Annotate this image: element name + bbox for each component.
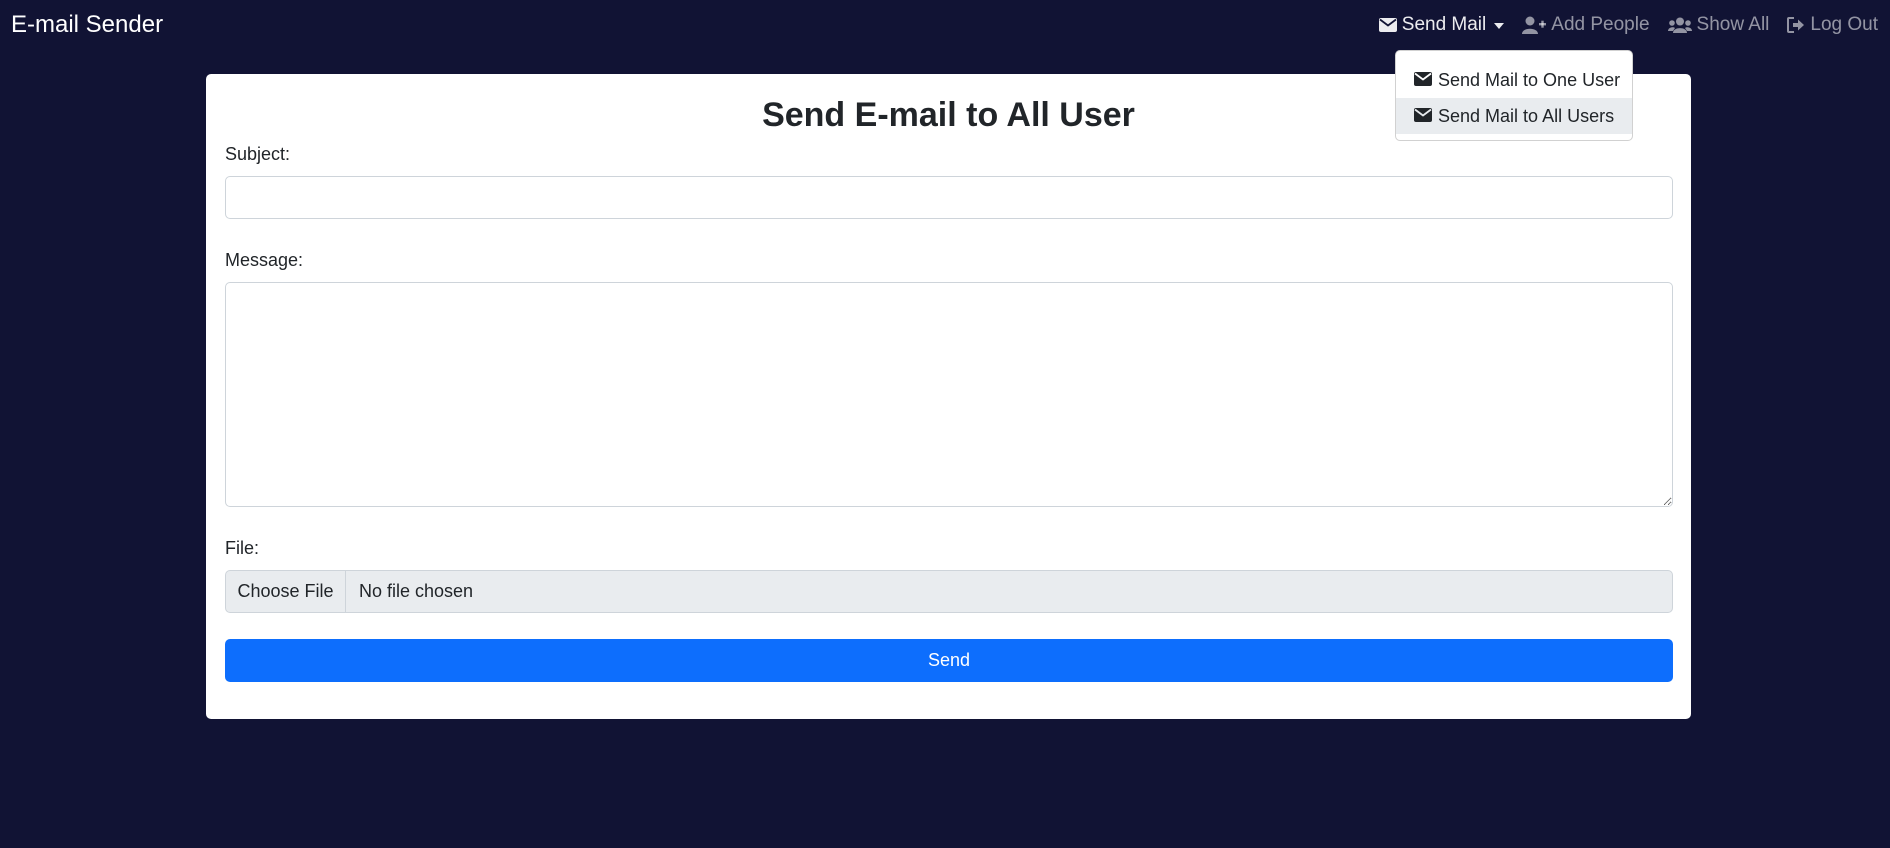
subject-label: Subject: <box>225 144 291 164</box>
nav-links: Send Mail Add People Show All Log Out <box>1378 12 1878 38</box>
file-input[interactable]: Choose File No file chosen <box>225 570 1673 613</box>
send-mail-card: Send E-mail to All User Subject: Message… <box>206 74 1691 719</box>
navbar: E-mail Sender Send Mail Add People Show … <box>0 0 1890 50</box>
caret-down-icon <box>1494 22 1505 29</box>
user-plus-icon <box>1522 16 1547 34</box>
brand-link[interactable]: E-mail Sender <box>11 10 163 40</box>
sign-out-icon <box>1787 17 1805 33</box>
add-people-link[interactable]: Add People <box>1522 14 1650 36</box>
subject-input[interactable] <box>225 176 1673 219</box>
dropdown-item-send-all[interactable]: Send Mail to All Users <box>1396 98 1632 134</box>
dropdown-item-label: Send Mail to All Users <box>1438 105 1615 126</box>
envelope-icon <box>1378 18 1397 32</box>
envelope-icon <box>1414 70 1432 91</box>
send-mail-dropdown-menu: Send Mail to One User Send Mail to All U… <box>1395 50 1633 141</box>
file-label: File: <box>225 538 260 558</box>
message-label: Message: <box>225 250 304 270</box>
envelope-icon <box>1414 106 1432 127</box>
log-out-link[interactable]: Log Out <box>1787 14 1878 36</box>
message-textarea[interactable] <box>225 282 1673 507</box>
send-mail-label: Send Mail <box>1401 14 1487 35</box>
send-button[interactable]: Send <box>225 639 1673 682</box>
choose-file-button[interactable]: Choose File <box>226 571 346 612</box>
users-icon <box>1667 17 1692 33</box>
dropdown-item-label: Send Mail to One User <box>1438 69 1621 90</box>
show-all-link[interactable]: Show All <box>1667 14 1770 36</box>
file-status: No file chosen <box>359 581 474 601</box>
show-all-label: Show All <box>1696 14 1770 35</box>
send-mail-dropdown-toggle[interactable]: Send Mail <box>1378 14 1505 36</box>
add-people-label: Add People <box>1551 14 1650 35</box>
dropdown-item-send-one[interactable]: Send Mail to One User <box>1396 62 1632 98</box>
log-out-label: Log Out <box>1810 14 1878 35</box>
